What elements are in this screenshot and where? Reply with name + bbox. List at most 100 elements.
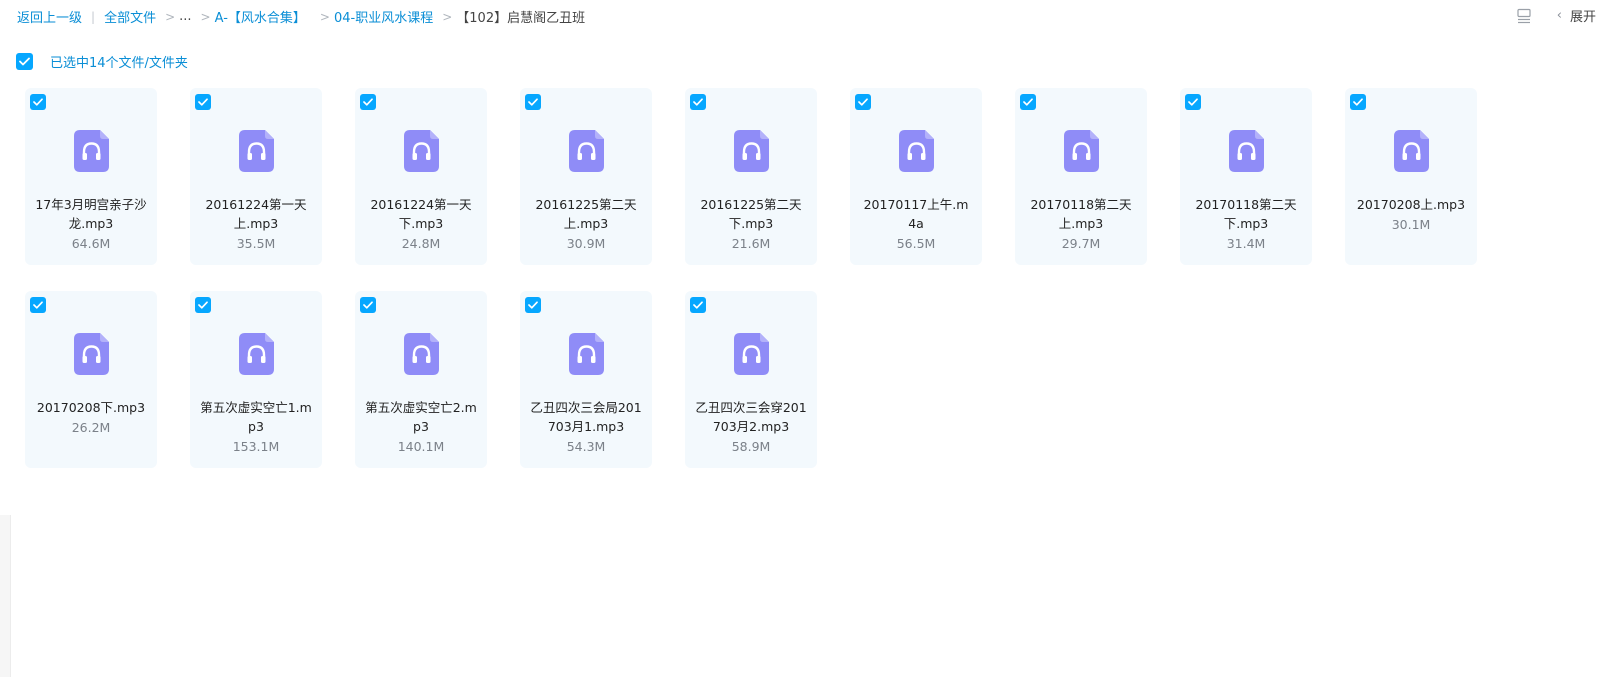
file-checkbox[interactable] [30,94,46,110]
check-icon [198,98,208,106]
file-name: 20170117上午.m4a [863,197,969,231]
audio-file-icon [1228,130,1264,172]
check-icon [858,98,868,106]
check-icon [1353,98,1363,106]
file-size: 26.2M [71,420,111,435]
file-size: 153.1M [232,439,280,454]
file-card[interactable]: 20170208上.mp3 30.1M [1345,88,1477,265]
audio-file-icon [733,130,769,172]
audio-file-icon [73,333,109,375]
file-card[interactable]: 20170208下.mp3 26.2M [25,291,157,468]
breadcrumb-level2[interactable]: 04-职业风水课程 [334,7,433,26]
check-icon [1023,98,1033,106]
file-name: 乙丑四次三会局201703月1.mp3 [530,400,642,434]
file-size: 29.7M [1061,236,1101,251]
check-icon [363,301,373,309]
check-icon [1188,98,1198,106]
breadcrumb-ellipsis[interactable]: ... [179,9,191,24]
audio-file-icon [733,333,769,375]
audio-file-icon [568,333,604,375]
check-icon [528,301,538,309]
file-size: 140.1M [397,439,445,454]
top-bar: 返回上一级 | 全部文件 > ... > A-【风水合集】 > 04-职业风水课… [0,0,1614,34]
file-card[interactable]: 20161225第二天下.mp3 21.6M [685,88,817,265]
divider: | [91,9,96,24]
file-size: 31.4M [1226,236,1266,251]
file-checkbox[interactable] [855,94,871,110]
file-checkbox[interactable] [30,297,46,313]
check-icon [363,98,373,106]
file-name: 20161224第一天上.mp3 [205,197,307,231]
audio-file-icon [1063,130,1099,172]
file-size: 30.1M [1391,217,1431,232]
file-checkbox[interactable] [690,94,706,110]
chevron-left-icon[interactable]: ‹ [1557,8,1562,23]
audio-file-icon [568,130,604,172]
file-checkbox[interactable] [195,94,211,110]
expand-button[interactable]: 展开 [1570,6,1596,25]
file-card[interactable]: 第五次虚实空亡1.mp3 153.1M [190,291,322,468]
file-checkbox[interactable] [1020,94,1036,110]
file-name: 第五次虚实空亡2.mp3 [365,400,477,434]
file-name: 20161224第一天下.mp3 [370,197,472,231]
file-card[interactable]: 20170118第二天上.mp3 29.7M [1015,88,1147,265]
file-checkbox[interactable] [525,297,541,313]
breadcrumb-separator: > [442,9,453,24]
check-icon [528,98,538,106]
file-card[interactable]: 20170118第二天下.mp3 31.4M [1180,88,1312,265]
file-card[interactable]: 乙丑四次三会局201703月1.mp3 54.3M [520,291,652,468]
breadcrumb-separator: > [200,9,211,24]
breadcrumb-separator: > [165,9,176,24]
file-card[interactable]: 20170117上午.m4a 56.5M [850,88,982,265]
file-size: 24.8M [401,236,441,251]
file-name: 20170118第二天下.mp3 [1195,197,1297,231]
file-name: 17年3月明宫亲子沙龙.mp3 [35,197,147,231]
audio-file-icon [1393,130,1429,172]
check-icon [33,98,43,106]
audio-file-icon [238,130,274,172]
file-card[interactable]: 第五次虚实空亡2.mp3 140.1M [355,291,487,468]
file-card[interactable]: 乙丑四次三会穿201703月2.mp3 58.9M [685,291,817,468]
file-name: 20170208上.mp3 [1356,197,1466,212]
file-checkbox[interactable] [360,297,376,313]
file-name: 20161225第二天下.mp3 [700,197,802,231]
file-checkbox[interactable] [525,94,541,110]
breadcrumb-separator: > [319,9,330,24]
file-size: 35.5M [236,236,276,251]
file-name: 第五次虚实空亡1.mp3 [200,400,312,434]
file-name: 20170118第二天上.mp3 [1030,197,1132,231]
file-name: 乙丑四次三会穿201703月2.mp3 [695,400,807,434]
view-tools: ‹ 展开 [1517,6,1596,25]
file-checkbox[interactable] [690,297,706,313]
file-checkbox[interactable] [1185,94,1201,110]
file-name: 20161225第二天上.mp3 [535,197,637,231]
breadcrumb-current: 【102】启慧阁乙丑班 [456,11,586,26]
selection-count: 已选中14个文件/文件夹 [50,56,188,71]
file-card[interactable]: 17年3月明宫亲子沙龙.mp3 64.6M [25,88,157,265]
breadcrumb-level1[interactable]: A-【风水合集】 [215,7,306,26]
file-checkbox[interactable] [1350,94,1366,110]
file-size: 64.6M [71,236,111,251]
selection-bar: 已选中14个文件/文件夹 [16,52,188,71]
file-card[interactable]: 20161224第一天上.mp3 35.5M [190,88,322,265]
back-link[interactable]: 返回上一级 [17,7,82,26]
file-checkbox[interactable] [195,297,211,313]
file-card[interactable]: 20161225第二天上.mp3 30.9M [520,88,652,265]
file-checkbox[interactable] [360,94,376,110]
check-icon [198,301,208,309]
check-icon [33,301,43,309]
breadcrumb: 返回上一级 | 全部文件 > ... > A-【风水合集】 > 04-职业风水课… [17,7,585,26]
audio-file-icon [73,130,109,172]
breadcrumb-all-files[interactable]: 全部文件 [104,7,156,26]
layout-list-icon[interactable] [1517,8,1531,24]
audio-file-icon [403,333,439,375]
check-icon [693,98,703,106]
check-icon [693,301,703,309]
file-card[interactable]: 20161224第一天下.mp3 24.8M [355,88,487,265]
select-all-checkbox[interactable] [16,53,33,70]
audio-file-icon [898,130,934,172]
audio-file-icon [403,130,439,172]
file-grid: 17年3月明宫亲子沙龙.mp3 64.6M 20161224第一天上.mp3 3… [25,88,1525,468]
file-size: 56.5M [896,236,936,251]
file-size: 54.3M [566,439,606,454]
